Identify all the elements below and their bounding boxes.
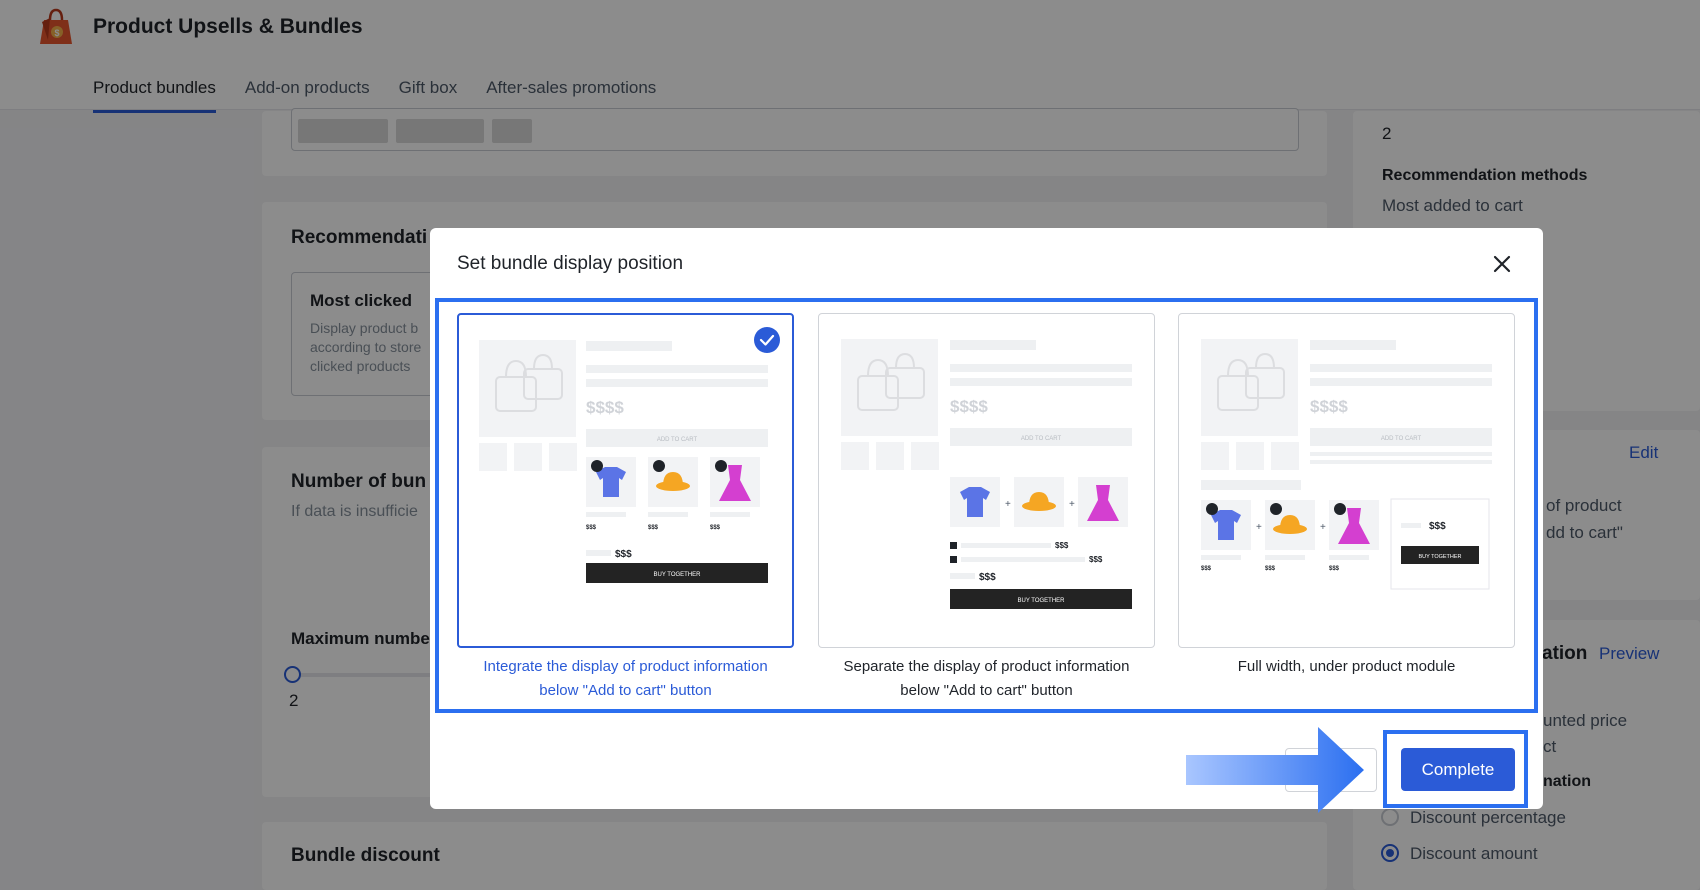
selected-check-icon: [754, 327, 780, 353]
separate-layout-illustration: $$$$ ADD TO CART + + $$$ $$$ $$$ BUY TOG…: [841, 339, 1132, 609]
svg-text:$$$: $$$: [1201, 566, 1212, 572]
svg-text:$$$$: $$$$: [950, 397, 988, 416]
option-separate-display[interactable]: $$$$ ADD TO CART + + $$$ $$$ $$$ BUY TOG…: [818, 313, 1155, 648]
svg-text:$$$: $$$: [586, 525, 597, 531]
svg-text:ADD TO CART: ADD TO CART: [657, 437, 698, 443]
dialog-title: Set bundle display position: [457, 253, 684, 274]
option-separate-label-2: below "Add to cart" button: [900, 682, 1073, 699]
option-full-width-label: Full width, under product module: [1237, 658, 1456, 675]
option-integrate-label-1: Integrate the display of product informa…: [483, 658, 768, 675]
svg-text:$$$: $$$: [979, 572, 996, 583]
option-separate-label-1: Separate the display of product informat…: [843, 658, 1130, 675]
close-icon[interactable]: [1490, 252, 1514, 276]
svg-text:$$$$: $$$$: [586, 398, 624, 417]
svg-text:$$$: $$$: [648, 525, 659, 531]
svg-text:$$$: $$$: [1329, 566, 1340, 572]
svg-text:$$$: $$$: [1055, 541, 1069, 550]
display-position-dialog: Set bundle display position $$$$ ADD TO …: [430, 228, 1543, 809]
svg-text:ADD TO CART: ADD TO CART: [1381, 436, 1422, 442]
svg-text:$$$: $$$: [710, 525, 721, 531]
svg-text:+: +: [1069, 499, 1075, 510]
complete-button[interactable]: Complete: [1401, 748, 1515, 791]
svg-text:$$$: $$$: [1429, 521, 1446, 532]
option-integrate-display[interactable]: $$$$ ADD TO CART $$$ $$$ $$$ $$$ BUY TOG…: [457, 313, 794, 648]
svg-text:BUY TOGETHER: BUY TOGETHER: [653, 572, 701, 578]
pointer-arrow-icon: [1186, 727, 1364, 813]
svg-text:$$$: $$$: [615, 549, 632, 560]
svg-text:+: +: [1256, 522, 1262, 533]
svg-text:$$$$: $$$$: [1310, 397, 1348, 416]
option-full-width[interactable]: $$$$ ADD TO CART + + $$$ $$$ $$$ $$$ BUY…: [1178, 313, 1515, 648]
integrate-layout-illustration: $$$$ ADD TO CART $$$ $$$ $$$ $$$ BUY TOG…: [479, 340, 768, 583]
svg-text:$$$: $$$: [1265, 566, 1276, 572]
svg-text:+: +: [1320, 522, 1326, 533]
option-integrate-label-2: below "Add to cart" button: [539, 682, 712, 699]
svg-text:BUY TOGETHER: BUY TOGETHER: [1418, 554, 1461, 560]
svg-text:ADD TO CART: ADD TO CART: [1021, 436, 1062, 442]
full-width-layout-illustration: $$$$ ADD TO CART + + $$$ $$$ $$$ $$$ BUY…: [1201, 339, 1492, 590]
svg-text:BUY TOGETHER: BUY TOGETHER: [1017, 598, 1065, 604]
svg-text:+: +: [1005, 499, 1011, 510]
svg-text:$$$: $$$: [1089, 555, 1103, 564]
